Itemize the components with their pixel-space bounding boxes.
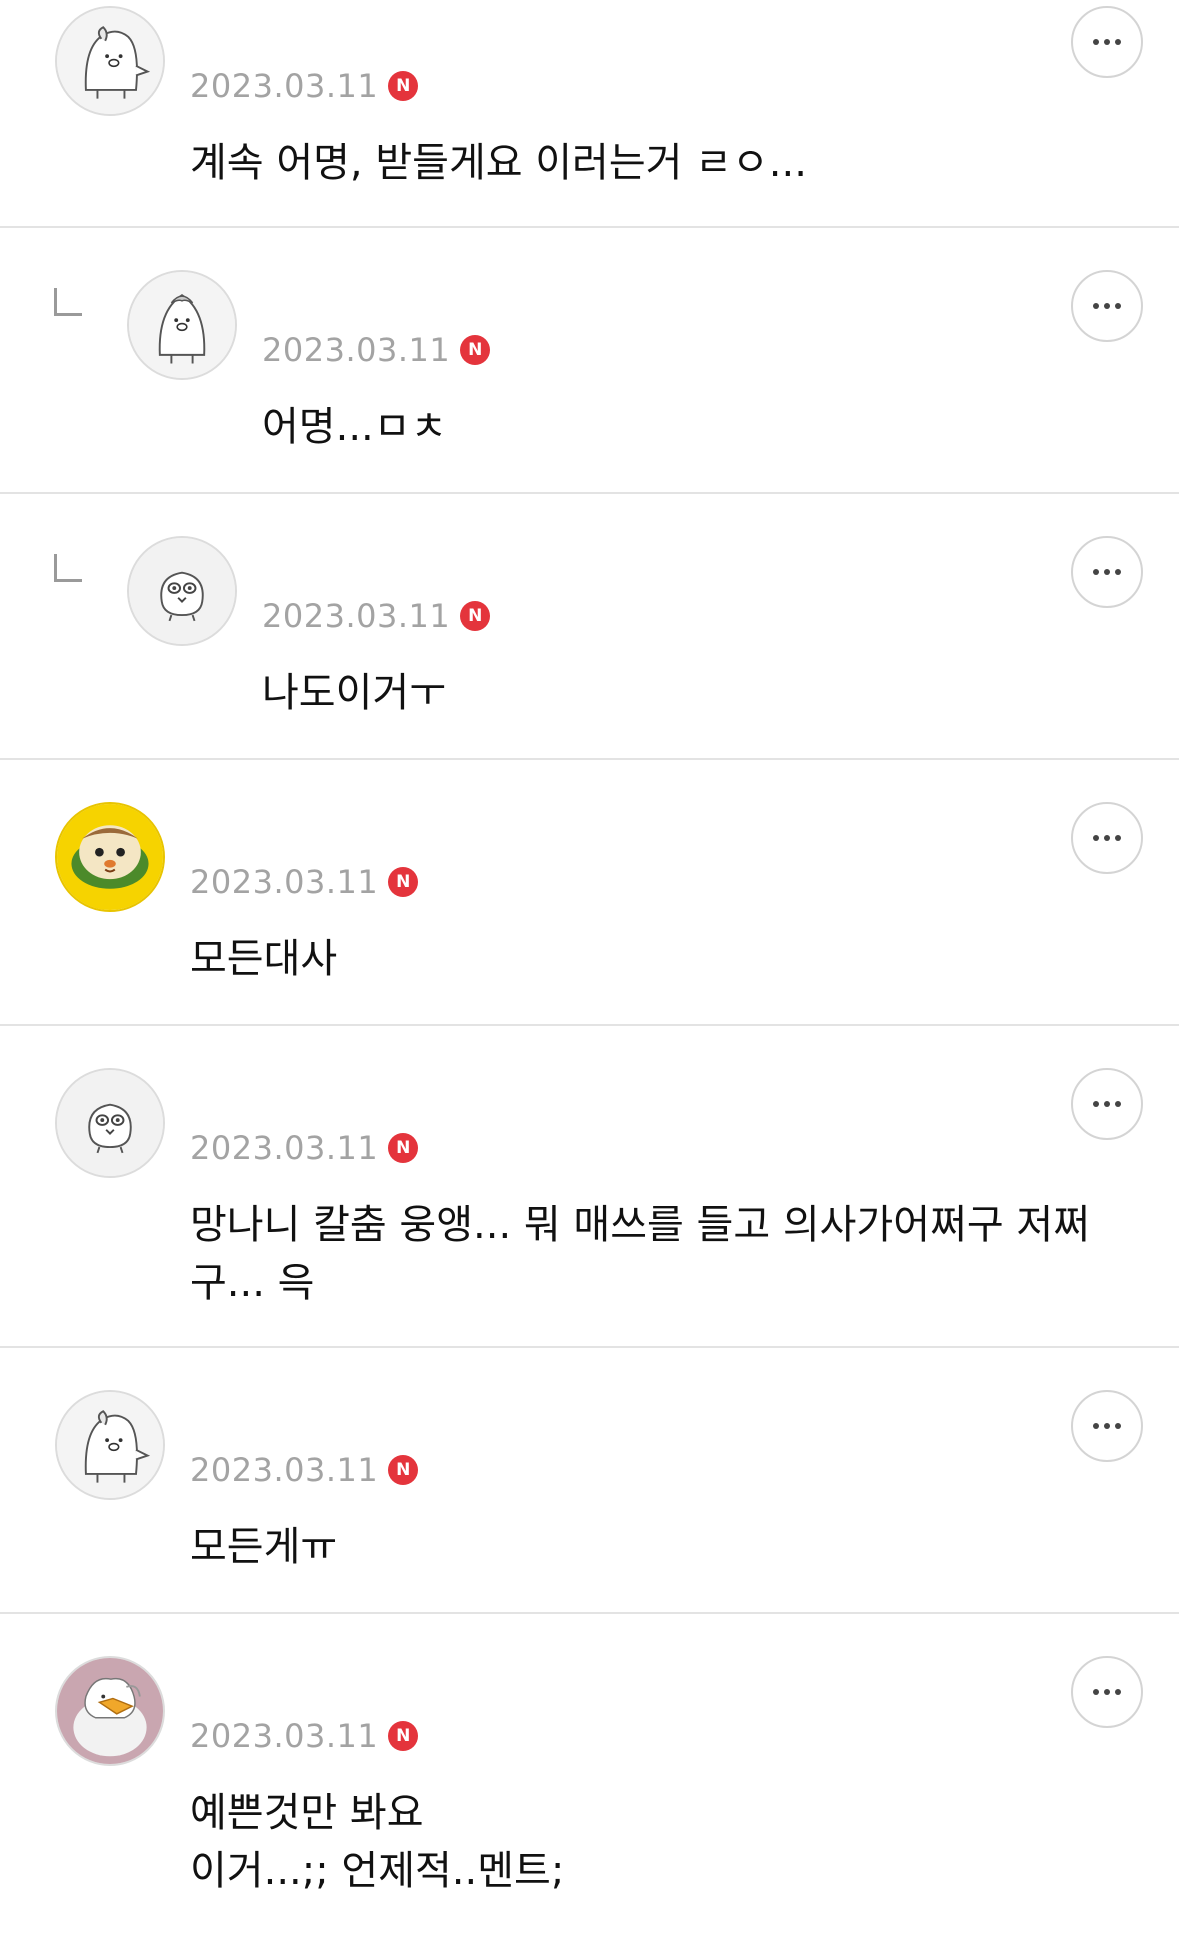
duck-character-avatar-icon[interactable]: [55, 1656, 165, 1766]
comment-date: 2023.03.11: [190, 1451, 379, 1489]
comment-item: 2023.03.11 N 모든대사: [0, 760, 1179, 1026]
comment-text: 계속 어명, 받들게요 이러는거 ㄹㅇ...: [190, 140, 807, 186]
new-badge-icon: N: [388, 1133, 419, 1163]
comment-meta: 2023.03.11 N: [190, 863, 419, 901]
blob-character-avatar-icon[interactable]: [127, 536, 237, 646]
comment-date: 2023.03.11: [262, 331, 451, 369]
more-options-icon[interactable]: [1071, 270, 1143, 342]
guinea-pig-car-avatar-icon[interactable]: [55, 802, 165, 912]
comment-meta: 2023.03.11 N: [262, 597, 491, 635]
white-penguin-avatar-icon[interactable]: [55, 1390, 165, 1500]
reply-indicator-icon: [54, 288, 82, 316]
more-options-icon[interactable]: [1071, 802, 1143, 874]
comment-item: 2023.03.11 N 어명...ㅁㅊ: [0, 228, 1179, 494]
comment-text: 망나니 칼춤 웅앵... 뭐 매쓰를 들고 의사가어쩌구 저쩌구... 윽: [190, 1202, 1090, 1306]
blob-character-avatar-icon[interactable]: [55, 1068, 165, 1178]
comment-date: 2023.03.11: [190, 67, 379, 105]
reply-indicator-icon: [54, 554, 82, 582]
comment-item: 2023.03.11 N 나도이거ㅜ: [0, 494, 1179, 760]
comment-meta: 2023.03.11 N: [190, 1717, 419, 1755]
comment-meta: 2023.03.11 N: [190, 1129, 419, 1167]
comment-text: 모든대사: [190, 936, 338, 982]
more-options-icon[interactable]: [1071, 536, 1143, 608]
new-badge-icon: N: [460, 335, 491, 365]
comment-list: 2023.03.11 N 계속 어명, 받들게요 이러는거 ㄹㅇ... 2023…: [0, 0, 1179, 1924]
more-options-icon[interactable]: [1071, 1390, 1143, 1462]
comment-date: 2023.03.11: [262, 597, 451, 635]
comment-date: 2023.03.11: [190, 1717, 379, 1755]
comment-text: 모든게ㅠ: [190, 1524, 338, 1570]
comment-meta: 2023.03.11 N: [262, 331, 491, 369]
white-penguin-avatar-icon[interactable]: [127, 270, 237, 380]
comment-date: 2023.03.11: [190, 863, 379, 901]
comment-text: 예쁜것만 봐요 이거...;; 언제적..멘트;: [190, 1790, 565, 1894]
more-options-icon[interactable]: [1071, 1656, 1143, 1728]
new-badge-icon: N: [388, 1721, 419, 1751]
new-badge-icon: N: [388, 867, 419, 897]
more-options-icon[interactable]: [1071, 6, 1143, 78]
comment-item: 2023.03.11 N 망나니 칼춤 웅앵... 뭐 매쓰를 들고 의사가어쩌…: [0, 1026, 1179, 1348]
new-badge-icon: N: [460, 601, 491, 631]
comment-item: 2023.03.11 N 예쁜것만 봐요 이거...;; 언제적..멘트;: [0, 1614, 1179, 1924]
new-badge-icon: N: [388, 71, 419, 101]
comment-text: 어명...ㅁㅊ: [262, 404, 448, 450]
comment-item: 2023.03.11 N 모든게ㅠ: [0, 1348, 1179, 1614]
comment-text: 나도이거ㅜ: [262, 670, 446, 716]
more-options-icon[interactable]: [1071, 1068, 1143, 1140]
comment-meta: 2023.03.11 N: [190, 1451, 419, 1489]
comment-item: 2023.03.11 N 계속 어명, 받들게요 이러는거 ㄹㅇ...: [0, 0, 1179, 228]
white-penguin-avatar-icon[interactable]: [55, 6, 165, 116]
comment-meta: 2023.03.11 N: [190, 67, 419, 105]
new-badge-icon: N: [388, 1455, 419, 1485]
comment-date: 2023.03.11: [190, 1129, 379, 1167]
